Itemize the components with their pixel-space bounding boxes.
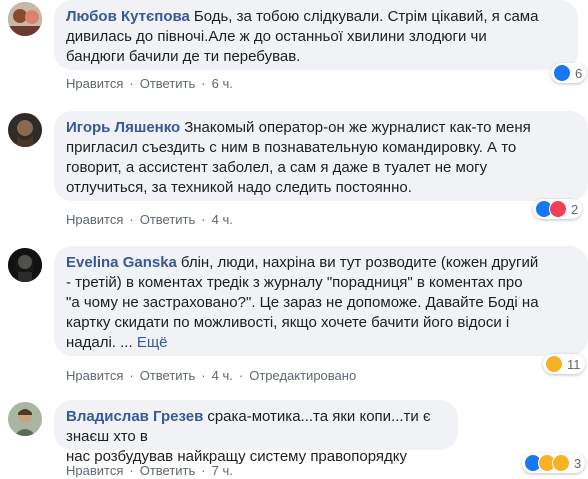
comment-text-line: дивилась до півночі.Але ж до останньої х… (66, 28, 487, 45)
reply-link[interactable]: Ответить (140, 212, 196, 227)
see-more-link[interactable]: Ещё (137, 334, 168, 351)
reaction-summary[interactable]: 2 (533, 199, 583, 219)
comment-author[interactable]: Владислав Грезев (66, 408, 203, 425)
comment-text-line: бандюги бачили де ти перебував. (66, 48, 301, 65)
separator-dot: · (201, 368, 206, 383)
comment-bubble: Владислав Грезев срака-мотика...та яки ко… (54, 400, 458, 465)
comment-text-line: надалі. ... (66, 334, 133, 351)
comment-actions: Нравится · Ответить · 4 ч. · Отредактировано (66, 368, 356, 384)
avatar-photo (8, 2, 42, 36)
avatar-photo (8, 113, 42, 147)
love-icon (549, 200, 567, 218)
comment-text-line: - третій) в коментах тредік з журналу "п… (66, 274, 523, 291)
reply-link[interactable]: Ответить (140, 368, 196, 383)
comment-text-line: пригласил съездить с ним в познавательну… (66, 139, 517, 156)
comment-author[interactable]: Evelina Ganska (66, 254, 177, 271)
edited-label[interactable]: Отредактировано (249, 368, 356, 383)
comment-bubble: Evelina Ganska блін, люди, нахріна ви тут… (54, 246, 588, 356)
reaction-count: 11 (567, 356, 581, 372)
separator-dot: · (129, 212, 134, 227)
comment-actions: Нравится · Ответить · 4 ч. (66, 212, 233, 228)
avatar[interactable] (8, 248, 42, 282)
like-icon (553, 64, 571, 82)
comment-actions: Нравится · Ответить · 7 ч. (66, 463, 233, 479)
reaction-summary[interactable]: 11 (543, 354, 585, 374)
avatar-photo (8, 402, 42, 436)
comment-text-line: Знакомый оператор-он же журналист как-то… (184, 119, 531, 136)
comment-timestamp[interactable]: 6 ч. (212, 76, 233, 91)
haha-icon (545, 355, 563, 373)
avatar[interactable] (8, 402, 42, 436)
comment-timestamp[interactable]: 4 ч. (212, 212, 233, 227)
separator-dot: · (201, 212, 206, 227)
haha-icon (552, 454, 570, 472)
like-link[interactable]: Нравится (66, 463, 123, 478)
comment-bubble: Любов Кутєпова Бодь, за тобою слідкували.… (54, 0, 578, 70)
comment-text-line: говорит, а ассистент заболел, а сам я да… (66, 159, 488, 176)
avatar-photo (8, 248, 42, 282)
avatar[interactable] (8, 2, 42, 36)
separator-dot: · (201, 76, 206, 91)
separator-dot: · (201, 463, 206, 478)
separator-dot: · (129, 463, 134, 478)
like-link[interactable]: Нравится (66, 368, 123, 383)
comment-author[interactable]: Игорь Ляшенко (66, 119, 180, 136)
separator-dot: · (129, 76, 134, 91)
reaction-summary[interactable]: 6 (551, 63, 587, 83)
comment-timestamp[interactable]: 7 ч. (212, 463, 233, 478)
reply-link[interactable]: Ответить (140, 463, 196, 478)
reaction-count: 2 (571, 201, 579, 217)
comment-text-line: Бодь, за тобою слідкували. Стрім цікавий… (193, 8, 539, 25)
comment-text-line: картку скидати по можливості, якщо хочет… (66, 314, 510, 331)
comment-author[interactable]: Любов Кутєпова (66, 8, 190, 25)
reply-link[interactable]: Ответить (140, 76, 196, 91)
comment-text-line: отлучиться, за техникой надо следить пос… (66, 179, 412, 196)
separator-dot: · (238, 368, 244, 383)
comment-bubble: Игорь Ляшенко Знакомый оператор-он же жур… (54, 111, 588, 201)
reaction-summary[interactable]: 3 (522, 453, 586, 473)
separator-dot: · (129, 368, 134, 383)
comment-text-line: "а чому не застраховано?". Це зараз не д… (66, 294, 539, 311)
comment-text-line: блін, люди, нахріна ви тут розводите (ко… (180, 254, 539, 271)
like-link[interactable]: Нравится (66, 212, 123, 227)
like-link[interactable]: Нравится (66, 76, 123, 91)
comment-actions: Нравится · Ответить · 6 ч. (66, 76, 233, 92)
reaction-count: 3 (574, 455, 582, 471)
reaction-count: 6 (575, 65, 583, 81)
avatar[interactable] (8, 113, 42, 147)
comment-timestamp[interactable]: 4 ч. (212, 368, 233, 383)
